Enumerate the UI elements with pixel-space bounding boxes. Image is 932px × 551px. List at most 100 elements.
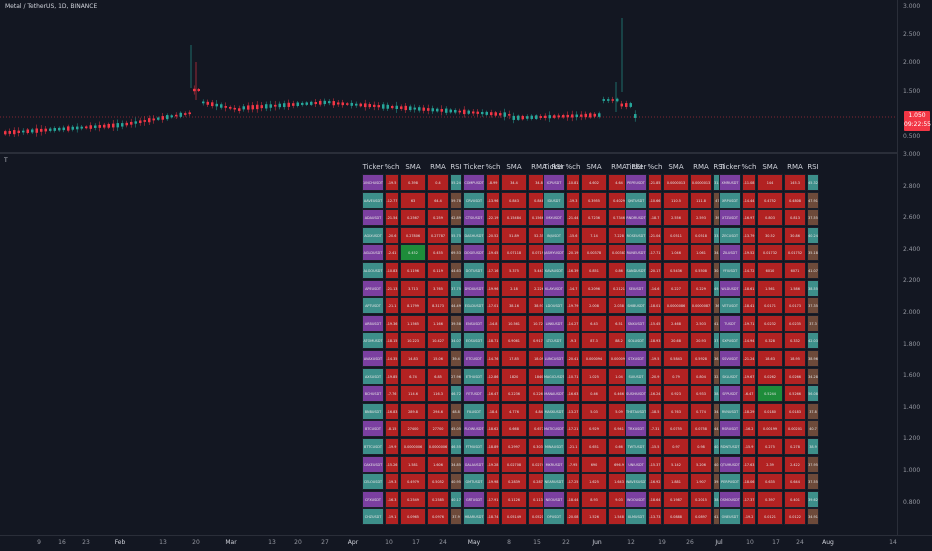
table-cell: SNXUSDT xyxy=(625,314,647,332)
table-cell: -18.71 xyxy=(486,332,500,350)
table-cell: 40.17 xyxy=(450,490,462,508)
chart-title[interactable]: Metal / TetherUS, 1D, BINANCE xyxy=(5,3,97,10)
candle-body xyxy=(17,130,20,134)
table-cell: -18.93 xyxy=(648,332,662,350)
table-cell: ICPUSDT xyxy=(543,174,565,191)
indicator-label[interactable]: T xyxy=(4,157,8,164)
table-cell: 40.24 xyxy=(807,226,819,244)
table-cell: MINAUSDT xyxy=(543,438,565,455)
table-cell: 4.602 xyxy=(581,174,607,191)
table-cell: -20.52 xyxy=(486,226,500,244)
time-tick: May xyxy=(467,539,481,546)
table-cell: ALGOUSDT xyxy=(362,262,384,279)
table-cell: 0.0965 xyxy=(400,508,426,526)
table-cell: SOLUSDT xyxy=(625,332,647,350)
table-header: Ticker %ch SMA RMA RSI xyxy=(625,161,725,173)
table-cell: 0.0755 xyxy=(663,420,689,438)
table-cell: 3.765 xyxy=(427,279,449,297)
table-cell: -15.9 xyxy=(742,438,756,455)
price-axis[interactable] xyxy=(897,0,932,535)
candle-body xyxy=(121,123,124,127)
table-cell: 0.0180 xyxy=(757,402,783,420)
time-tick: Apr xyxy=(347,539,359,546)
candle-body xyxy=(107,123,110,128)
candle-body xyxy=(4,131,7,135)
table-cell: 0.01752 xyxy=(784,244,806,262)
table-cell: -16.47 xyxy=(486,385,500,403)
price-tick: 2.000 xyxy=(903,59,921,66)
table-cell: 0.4808 xyxy=(784,191,806,209)
table-cell: MATICUSDT xyxy=(543,420,565,438)
table-cell: 0.328 xyxy=(757,332,783,350)
table-cell: -22.19 xyxy=(486,209,500,227)
candle-body xyxy=(571,114,574,118)
table-cell: 0.259 xyxy=(427,209,449,227)
table-cell: 116.3 xyxy=(427,385,449,403)
table-header-cell: %ch xyxy=(485,163,501,171)
table-cell: -14.7 xyxy=(566,279,580,297)
candle-body xyxy=(238,108,241,111)
table-cell: 289.8 xyxy=(400,402,426,420)
table-cell: -21.24 xyxy=(742,350,756,367)
table-cell: 34.4 xyxy=(501,174,527,191)
table-cell: 0.275 xyxy=(757,438,783,455)
candle-body xyxy=(440,109,443,112)
table-cell: -10.83 xyxy=(385,262,399,279)
table-cell: -20.41 xyxy=(566,350,580,367)
table-cell: 37.55 xyxy=(807,473,819,491)
table-cell: AAVEUSDT xyxy=(362,191,384,209)
table-cell: 2.468 xyxy=(663,314,689,332)
table-cell: 18.95 xyxy=(784,350,806,367)
table-cell: 0.00378 xyxy=(581,244,607,262)
table-cell: 0.00201 xyxy=(784,420,806,438)
table-cell: 0.635 xyxy=(757,473,783,491)
candle-body xyxy=(116,123,119,128)
table-cell: -21.04 xyxy=(648,226,662,244)
time-axis[interactable] xyxy=(0,535,932,551)
candle-body xyxy=(629,103,632,107)
table-cell: WOOUSDT xyxy=(625,490,647,508)
indicator-tick: 1.000 xyxy=(903,467,921,474)
table-cell: 0.0121 xyxy=(757,508,783,526)
table-cell: 0.9061 xyxy=(501,332,527,350)
table-cell: 0.0183 xyxy=(784,402,806,420)
table-cell: RDNTUSDT xyxy=(719,438,741,455)
table-cell: 0.843 xyxy=(501,191,527,209)
table-cell: -21.1 xyxy=(385,297,399,315)
table-cell: 0.0000013 xyxy=(663,174,689,191)
table-cell: 1.606 xyxy=(427,455,449,473)
table-cell: 0.0171 xyxy=(757,297,783,315)
table-cell: 0.2015 xyxy=(690,490,712,508)
candle-body xyxy=(287,102,290,107)
table-cell: 0.763 xyxy=(663,402,689,420)
candle-body xyxy=(499,113,502,116)
indicator-tick: 2.800 xyxy=(903,182,921,190)
table-cell: -19.5 xyxy=(648,350,662,367)
candle-body xyxy=(521,115,524,120)
table-cell: -17.21 xyxy=(566,420,580,438)
table-cell: 0.0235 xyxy=(784,314,806,332)
table-cell: VETUSDT xyxy=(719,297,741,315)
table-cell: 34.91 xyxy=(807,508,819,526)
table-cell: DOTUSDT xyxy=(463,262,485,279)
candle-body xyxy=(359,103,362,107)
price-tick: 3.000 xyxy=(903,3,921,10)
candle-body xyxy=(436,108,439,112)
table-cell: 111.8 xyxy=(690,191,712,209)
candle-body xyxy=(463,109,466,115)
candle-body xyxy=(233,107,236,110)
table-cell: QTUMUSDT xyxy=(719,455,741,473)
candle-body xyxy=(98,125,101,128)
table-cell: 2.593 xyxy=(690,209,712,227)
table-cell: EOSUSDT xyxy=(463,332,485,350)
table-cell: 0.1196 xyxy=(400,262,426,279)
table-cell: 48.8 xyxy=(450,402,462,420)
candle-body xyxy=(206,101,209,105)
candle-body xyxy=(584,113,587,118)
candle-body xyxy=(598,113,601,117)
candle-body xyxy=(620,103,623,107)
table-cell: -17.01 xyxy=(486,297,500,315)
table-cell: ONEUSDT xyxy=(719,508,741,526)
table-cell: QNTUSDT xyxy=(625,191,647,209)
table-cell: 0.0232 xyxy=(757,314,783,332)
